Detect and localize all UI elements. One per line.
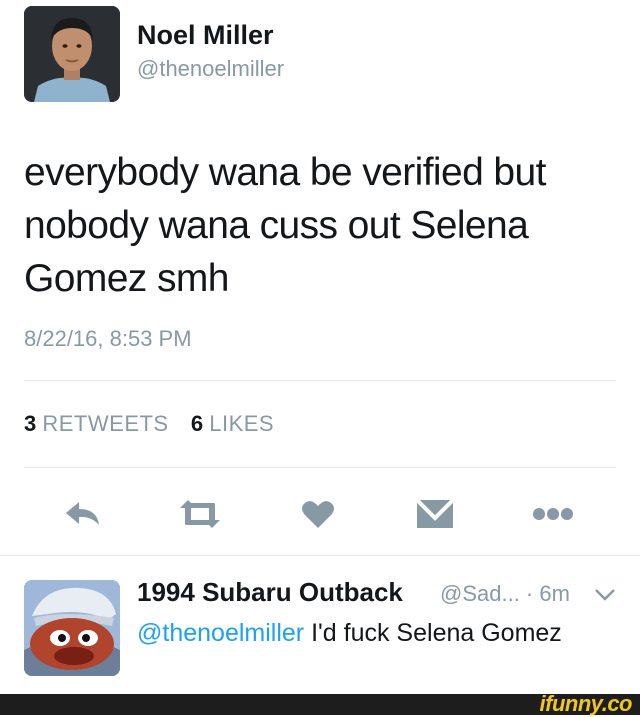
retweet-button[interactable] bbox=[170, 490, 230, 538]
tweet-timestamp: 8/22/16, 8:53 PM bbox=[24, 326, 192, 351]
like-heart-icon bbox=[302, 501, 334, 528]
reply-button[interactable] bbox=[53, 490, 113, 538]
like-button[interactable] bbox=[288, 490, 348, 538]
divider bbox=[24, 467, 616, 468]
more-button[interactable] bbox=[523, 490, 583, 538]
ifunny-watermark: ifunny.co bbox=[539, 691, 633, 716]
author-name[interactable]: Noel Miller bbox=[137, 20, 274, 51]
likes-label[interactable]: LIKES bbox=[209, 411, 274, 436]
reply-icon bbox=[66, 502, 99, 525]
reply-author-name[interactable]: 1994 Subaru Outback bbox=[137, 577, 403, 608]
retweets-count[interactable]: 3 bbox=[24, 411, 36, 436]
retweets-label[interactable]: RETWEETS bbox=[42, 411, 168, 436]
likes-count[interactable]: 6 bbox=[191, 411, 203, 436]
reply-mention-link[interactable]: @thenoelmiller bbox=[137, 619, 304, 647]
more-icon bbox=[533, 508, 573, 520]
divider bbox=[24, 380, 616, 381]
reply-avatar[interactable] bbox=[24, 580, 120, 676]
reply-body: I'd fuck Selena Gomez bbox=[304, 619, 562, 647]
tweet-stats: 3 RETWEETS 6 LIKES bbox=[24, 411, 274, 437]
author-handle[interactable]: @thenoelmiller bbox=[137, 56, 284, 82]
reply-text: @thenoelmiller I'd fuck Selena Gomez bbox=[137, 615, 607, 651]
direct-message-button[interactable] bbox=[405, 490, 465, 538]
divider bbox=[0, 555, 640, 556]
retweet-icon bbox=[180, 500, 220, 528]
reply-meta[interactable]: @Sad... · 6m bbox=[440, 581, 570, 607]
reply-options-chevron[interactable] bbox=[594, 588, 616, 607]
tweet-text: everybody wana be verified but nobody wa… bbox=[24, 151, 546, 300]
direct-message-icon bbox=[416, 498, 454, 528]
chevron-down-icon bbox=[595, 589, 615, 601]
author-avatar[interactable] bbox=[24, 6, 120, 102]
